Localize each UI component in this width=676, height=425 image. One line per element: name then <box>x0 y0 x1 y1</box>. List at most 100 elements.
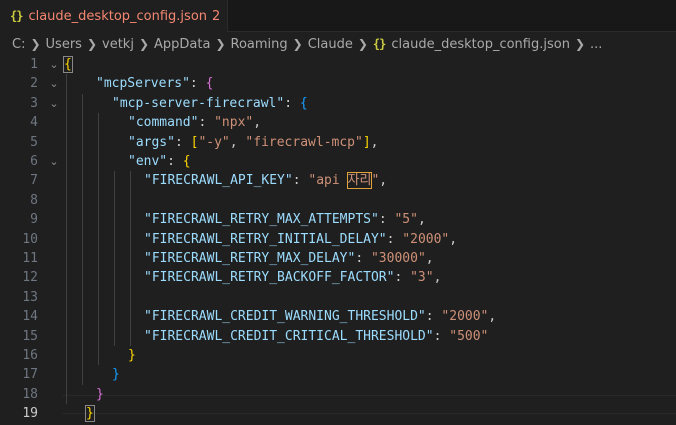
line-number: 1 <box>30 57 38 72</box>
chevron-right-icon: ❯ <box>574 37 585 51</box>
line-number: 18 <box>22 386 38 402</box>
line-number: 14 <box>22 309 38 325</box>
json-punct: : <box>425 309 442 325</box>
tab-filename: claude_desktop_config.json <box>28 8 208 24</box>
problem-count-badge: 2 <box>212 8 221 24</box>
json-key: "args" <box>128 134 175 150</box>
json-key: "env" <box>128 154 168 169</box>
json-punct: : <box>174 134 191 150</box>
json-punct: , <box>229 134 246 150</box>
breadcrumb-item-claude[interactable]: Claude <box>308 37 353 52</box>
line-number: 8 <box>30 192 38 208</box>
json-punct: : <box>198 115 215 131</box>
line-number: 12 <box>22 270 38 286</box>
indent-guide <box>130 171 131 346</box>
search-match-highlight: 자리 <box>346 172 373 190</box>
line-number: 6 <box>30 154 38 169</box>
chevron-right-icon: ❯ <box>357 37 368 51</box>
code-line[interactable]: "FIRECRAWL_API_KEY": "api 자리", <box>144 171 387 190</box>
code-line[interactable]: } <box>128 346 136 365</box>
json-punct: , <box>417 212 426 228</box>
chevron-right-icon: ❯ <box>86 37 97 51</box>
chevron-right-icon: ❯ <box>138 37 149 51</box>
json-punct: , <box>379 173 388 189</box>
json-value: "30000" <box>370 251 426 266</box>
json-punct: : <box>433 328 450 344</box>
line-number: 13 <box>22 289 38 305</box>
fold-chevron-icon[interactable]: ⌄ <box>48 74 60 93</box>
code-line[interactable]: "FIRECRAWL_RETRY_INITIAL_DELAY": "2000", <box>144 230 457 249</box>
tab-claude-desktop-config[interactable]: {} claude_desktop_config.json 2 <box>0 0 228 32</box>
line-number-gutter: 1 2 3 4 5 6 7 8 9 10 11 12 13 14 15 16 1… <box>0 55 44 425</box>
code-line[interactable]: { <box>63 55 73 74</box>
fold-chevron-icon[interactable]: ⌄ <box>48 55 60 74</box>
line-number: 11 <box>22 251 38 266</box>
chevron-right-icon: ❯ <box>292 37 303 51</box>
code-line[interactable]: "mcpServers": { <box>96 74 213 93</box>
json-punct: , <box>253 115 262 131</box>
line-number-active: 19 <box>22 406 38 422</box>
code-line[interactable]: } <box>96 385 104 404</box>
fold-chevron-icon[interactable]: ⌄ <box>48 94 60 113</box>
json-key: "FIRECRAWL_API_KEY" <box>144 173 293 189</box>
code-line[interactable]: } <box>85 404 95 423</box>
code-line[interactable]: "FIRECRAWL_RETRY_BACKOFF_FACTOR": "3", <box>144 268 441 287</box>
tab-bar: {} claude_desktop_config.json 2 <box>0 0 676 32</box>
json-key: "mcp-server-firecrawl" <box>112 95 285 111</box>
fold-chevron-icon[interactable]: ⌄ <box>48 152 60 171</box>
json-value: "3" <box>410 270 434 286</box>
json-punct: : <box>284 95 300 111</box>
code-line[interactable]: "FIRECRAWL_CREDIT_CRITICAL_THRESHOLD": "… <box>144 327 488 346</box>
json-file-icon: {} <box>10 9 23 23</box>
code-line[interactable]: "FIRECRAWL_RETRY_MAX_ATTEMPTS": "5", <box>144 210 426 229</box>
line-number: 7 <box>30 173 38 189</box>
code-line[interactable]: "command": "npx", <box>128 113 261 132</box>
breadcrumb-item-drive[interactable]: C: <box>12 37 25 52</box>
json-punct: : <box>167 154 183 169</box>
json-punct: : <box>378 212 395 228</box>
json-key: "FIRECRAWL_CREDIT_CRITICAL_THRESHOLD" <box>144 328 434 344</box>
bracket-open: { <box>182 154 191 169</box>
json-value: "-y" <box>198 134 230 150</box>
breadcrumb-item-appdata[interactable]: AppData <box>154 37 210 52</box>
json-value: "npx" <box>214 115 254 131</box>
breadcrumb-item-more[interactable]: ... <box>590 37 602 52</box>
code-line[interactable]: "mcp-server-firecrawl": { <box>112 94 308 113</box>
code-editor[interactable]: 1 2 3 4 5 6 7 8 9 10 11 12 13 14 15 16 1… <box>0 55 676 425</box>
json-punct: , <box>433 270 442 286</box>
json-punct: : <box>386 231 403 247</box>
code-line[interactable]: "env": { <box>128 152 191 171</box>
bracket-close: ] <box>362 134 371 150</box>
code-line[interactable]: "args": ["-y", "firecrawl-mcp"], <box>128 133 378 152</box>
json-key: "FIRECRAWL_RETRY_INITIAL_DELAY" <box>144 231 387 247</box>
breadcrumb-item-users[interactable]: Users <box>46 37 82 52</box>
json-key: "FIRECRAWL_RETRY_BACKOFF_FACTOR" <box>144 270 395 286</box>
indent-guide <box>114 171 115 346</box>
json-value: "2000" <box>441 309 489 325</box>
code-line[interactable]: "FIRECRAWL_RETRY_MAX_DELAY": "30000", <box>144 249 434 268</box>
line-number: 9 <box>30 212 38 228</box>
code-line[interactable]: } <box>112 365 120 384</box>
bracket-close: } <box>112 367 120 383</box>
chevron-right-icon: ❯ <box>215 37 226 51</box>
json-punct: : <box>394 270 411 286</box>
indent-guide <box>82 94 83 385</box>
bracket-open: { <box>299 95 308 111</box>
code-line[interactable]: "FIRECRAWL_CREDIT_WARNING_THRESHOLD": "2… <box>144 307 496 326</box>
bracket-close: } <box>96 386 104 402</box>
text-cursor <box>93 405 95 422</box>
json-key: "FIRECRAWL_RETRY_MAX_ATTEMPTS" <box>144 212 379 228</box>
json-punct: , <box>488 309 497 325</box>
line-number: 2 <box>30 76 38 92</box>
json-punct: , <box>449 231 458 247</box>
json-punct: , <box>425 251 434 266</box>
breadcrumb-item-file[interactable]: claude_desktop_config.json <box>391 37 570 52</box>
indent-guide <box>66 74 67 404</box>
line-number: 3 <box>30 95 38 111</box>
json-value: "firecrawl-mcp" <box>245 134 363 150</box>
bracket-close: } <box>85 405 95 423</box>
json-value: "5" <box>394 212 418 228</box>
breadcrumb-item-user[interactable]: vetkj <box>102 37 134 52</box>
breadcrumb-item-roaming[interactable]: Roaming <box>231 37 288 52</box>
chevron-right-icon: ❯ <box>30 37 41 51</box>
